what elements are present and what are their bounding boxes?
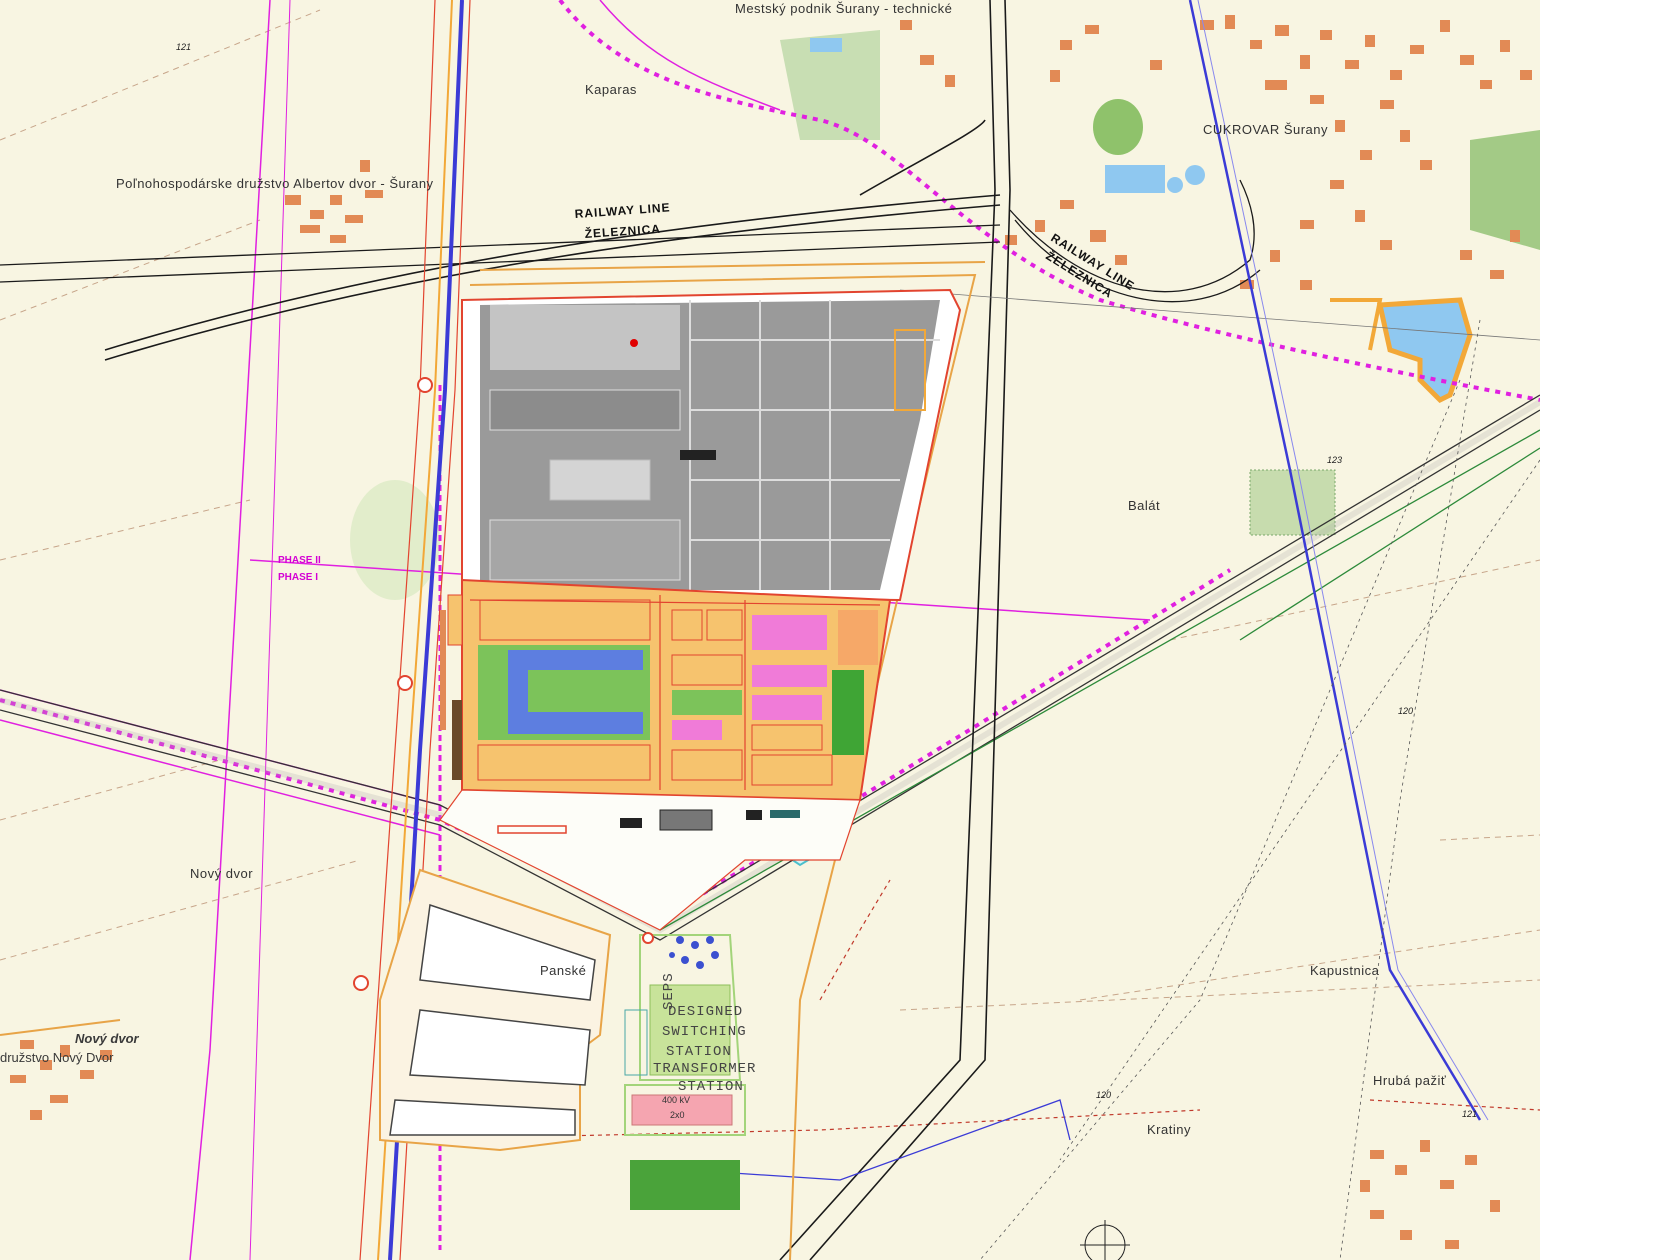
elev-120-s: 120 — [1096, 1090, 1111, 1100]
elev-121-nw: 121 — [176, 42, 191, 52]
station-label-line5: STATION — [678, 1079, 744, 1095]
page-margin — [1540, 0, 1680, 1260]
label-phase-1: PHASE I — [278, 572, 318, 583]
label-zeleznica: ŽELEZNICA — [584, 221, 661, 241]
label-kaparas: Kaparas — [585, 82, 637, 97]
north-arrow-icon — [1080, 1220, 1130, 1260]
site-plan-map[interactable]: Mestský podnik Šurany - technické Kapara… — [0, 0, 1540, 1260]
farm-buildings — [10, 160, 383, 1120]
label-hruba-pazit: Hrubá pažiť — [1373, 1073, 1446, 1088]
label-pd-albertov: Poľnohospodárske družstvo Albertov dvor … — [116, 176, 434, 191]
label-balat: Balát — [1128, 498, 1160, 513]
station-label-seps: SEPS — [661, 972, 677, 1010]
map-canvas: Mestský podnik Šurany - technické Kapara… — [0, 0, 1540, 1260]
elev-121-se: 121 — [1462, 1109, 1477, 1119]
label-novy-dvor-village: Nový dvor — [75, 1031, 140, 1046]
station-label-line3: STATION — [666, 1044, 732, 1060]
label-phase-2: PHASE II — [278, 555, 321, 566]
label-mestsky-podnik: Mestský podnik Šurany - technické — [735, 1, 952, 16]
station-label-line2: SWITCHING — [662, 1024, 747, 1040]
label-cukrovar: CUKROVAR Šurany — [1203, 122, 1328, 137]
panske-plots — [379, 868, 612, 1152]
phase-2-area — [461, 288, 962, 602]
station-label-line1: DESIGNED — [668, 1004, 743, 1020]
elev-120-e: 120 — [1398, 706, 1413, 716]
phase-1-area — [440, 578, 892, 802]
label-kratiny: Kratiny — [1147, 1122, 1191, 1137]
label-druzstvo-novy-dvor: družstvo Nový Dvor — [0, 1050, 114, 1065]
elev-123: 123 — [1327, 455, 1342, 465]
label-panske: Panské — [540, 963, 586, 978]
station-label-line4: TRANSFORMER — [653, 1061, 756, 1077]
label-kv2: 2x0 — [670, 1110, 685, 1120]
label-kapustnica: Kapustnica — [1310, 963, 1380, 978]
label-railway-line: RAILWAY LINE — [574, 200, 671, 221]
label-novy-dvor: Nový dvor — [190, 866, 253, 881]
label-kv: 400 kV — [662, 1095, 690, 1105]
